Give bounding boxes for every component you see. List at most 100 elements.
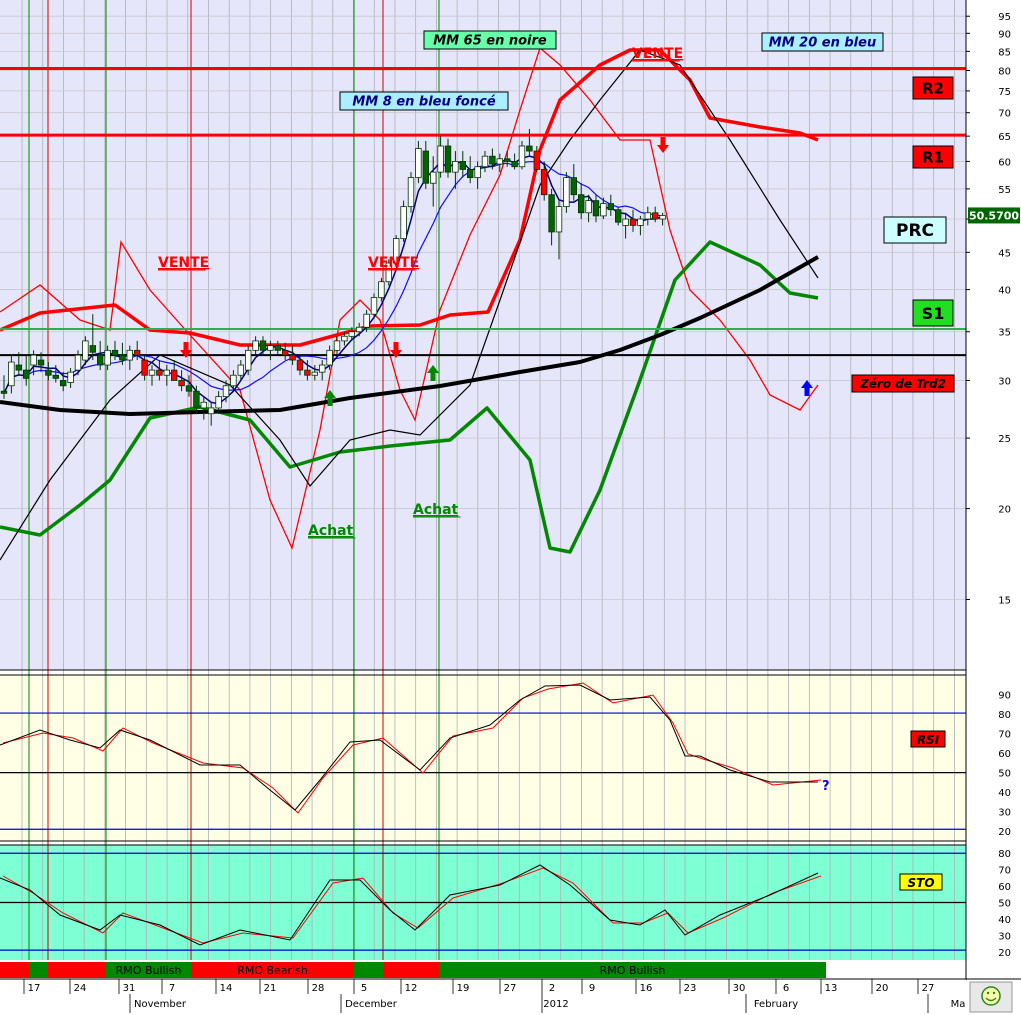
rsi-tick-label: 70 [998, 730, 1011, 741]
candle-body [489, 155, 496, 165]
annotation-vente: VENTE [368, 255, 419, 271]
candle-body [296, 359, 304, 371]
candle [615, 206, 622, 226]
candle-body [22, 369, 30, 379]
rsi-tick-label: 20 [998, 827, 1011, 838]
y-tick-label: 70 [998, 109, 1011, 120]
candle-body [207, 407, 215, 415]
rsi-tick-label: 80 [998, 710, 1011, 721]
level-label-z-ro-de-trd2: Zéro de Trd2 [851, 374, 955, 393]
annotation-text: MM 8 en bleu foncé [352, 95, 495, 110]
candle-body [578, 194, 585, 214]
candle-body [163, 369, 170, 376]
y-tick-label: 55 [998, 185, 1011, 196]
rsi-tick-label: 30 [998, 808, 1011, 819]
rmo-segment-label: RMO Bullish [600, 964, 666, 977]
level-label-text: PRC [896, 221, 934, 241]
x-tick-label: 9 [589, 983, 595, 994]
level-label-r1: R1 [912, 145, 954, 169]
sto-label: STO [907, 876, 934, 890]
y-tick-label: 40 [998, 286, 1011, 297]
x-tick-label: 30 [733, 983, 746, 994]
stock-chart: MM 65 en noire MM 20 en bleu MM 8 en bleu … [0, 0, 1021, 1015]
candle-body [74, 354, 82, 371]
candle-body [185, 385, 193, 392]
level-label-text: Zéro de Trd2 [859, 377, 946, 391]
chart-window: MM 65 en noire MM 20 en bleu MM 8 en bleu … [0, 0, 1021, 1015]
y-tick-label: 90 [998, 29, 1011, 40]
y-tick-label: 45 [998, 248, 1011, 259]
level-label-text: R2 [922, 79, 944, 97]
candle-body [37, 359, 45, 366]
candle-body [222, 385, 230, 398]
rsi-tick-label: 60 [998, 749, 1011, 760]
annotation-text: Achat [413, 502, 459, 518]
rmo-segment-label: RMO Bearish [237, 964, 308, 977]
candle-body [252, 340, 259, 351]
candle-body [429, 171, 437, 184]
rsi-panel-bg [0, 675, 966, 841]
candle-body [237, 364, 244, 376]
last-price-label: 50.5700 [969, 209, 1019, 222]
candle-body [52, 374, 59, 379]
x-tick-label: 2 [549, 983, 555, 994]
candle-body [89, 345, 96, 353]
month-label: Ma [951, 999, 966, 1010]
candle-body [459, 161, 466, 170]
candle-body [148, 369, 156, 376]
x-tick-label: 7 [169, 983, 175, 994]
candle-body [481, 155, 489, 168]
x-tick-label: 31 [123, 983, 136, 994]
candle-body [119, 354, 126, 361]
candle-body [311, 371, 318, 376]
candle-body [178, 380, 185, 387]
annotation-vente: VENTE [158, 255, 209, 271]
sto-tick-label: 60 [998, 882, 1011, 893]
y-tick-label: 30 [998, 376, 1011, 387]
candle-body [511, 161, 518, 168]
level-label-s1: S1 [912, 299, 954, 327]
x-tick-label: 28 [312, 983, 325, 994]
candle [407, 172, 415, 213]
sto-tick-label: 70 [998, 866, 1011, 877]
candle-body [585, 200, 592, 214]
rmo-segment [48, 962, 106, 978]
candle-body [644, 212, 651, 220]
x-tick-label: 12 [405, 983, 418, 994]
candle-body [97, 354, 104, 366]
smiley-eye [986, 991, 990, 995]
y-tick-label: 75 [998, 87, 1011, 98]
candle-body [82, 340, 89, 361]
candle-body [67, 371, 74, 383]
sto-tick-label: 40 [998, 915, 1011, 926]
candle-body [563, 177, 570, 208]
candle-body [555, 206, 563, 233]
x-tick-label: 14 [220, 983, 233, 994]
annotation-mm-8-en-bleu-fonc-: MM 8 en bleu foncé [339, 91, 509, 111]
y-tick-label: 85 [998, 47, 1011, 58]
x-tick-label: 6 [783, 983, 789, 994]
x-tick-label: 27 [922, 983, 935, 994]
candle-body [30, 354, 37, 366]
candle-body [289, 354, 296, 361]
y-tick-label: 25 [998, 434, 1011, 445]
candle-body [415, 148, 422, 179]
candle-body [592, 200, 600, 217]
rsi-tick-label: 40 [998, 788, 1011, 799]
candle-body [355, 326, 363, 333]
candle-body [526, 145, 533, 152]
annotation-mm-20-en-bleu: MM 20 en bleu [761, 32, 884, 52]
candle-body [215, 396, 222, 409]
smiley-face [981, 986, 1001, 1006]
candle-body [333, 340, 341, 351]
candle-body [348, 331, 355, 337]
y-axis-bg [966, 0, 1021, 980]
smiley-eye [992, 991, 996, 995]
y-tick-label: 65 [998, 132, 1011, 143]
candle-body [407, 177, 415, 208]
candle-body [444, 145, 452, 173]
candle-body [518, 145, 526, 168]
x-tick-label: 27 [504, 983, 517, 994]
candle-body [170, 369, 178, 381]
candle-body [318, 364, 326, 373]
